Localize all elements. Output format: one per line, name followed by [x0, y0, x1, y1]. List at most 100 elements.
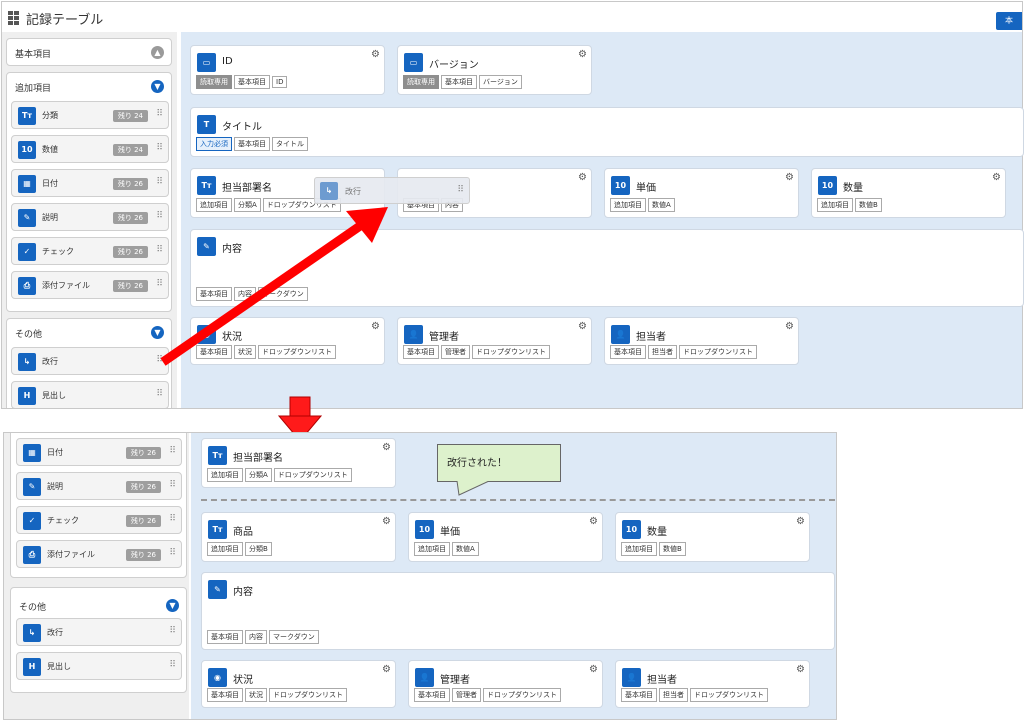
- collapse-icon[interactable]: ▲: [151, 46, 164, 59]
- gear-icon[interactable]: ⚙: [992, 172, 1001, 183]
- sidebar-item[interactable]: 10 数値 残り 24 ⠿: [11, 135, 169, 163]
- drag-handle-icon[interactable]: ⠿: [156, 177, 163, 187]
- drag-handle-icon[interactable]: ⠿: [156, 279, 163, 289]
- header-action-button[interactable]: 本: [996, 12, 1022, 30]
- user-icon: 👤: [622, 668, 641, 687]
- field-tag: 読取専用: [196, 75, 232, 89]
- drag-handle-icon[interactable]: ⠿: [156, 143, 163, 153]
- gear-icon[interactable]: ⚙: [382, 664, 391, 675]
- sidebar-item[interactable]: ↳ 改行 ⠿: [16, 618, 182, 646]
- group-other: その他 ▼ ↳ 改行 ⠿ H 見出し ⠿: [10, 587, 187, 693]
- gear-icon[interactable]: ⚙: [371, 321, 380, 332]
- drag-handle-icon[interactable]: ⠿: [169, 548, 176, 558]
- drag-handle-icon[interactable]: ⠿: [169, 446, 176, 456]
- sidebar-item[interactable]: ✓ チェック 残り 26 ⠿: [11, 237, 169, 265]
- group-additional-title: 追加項目: [15, 84, 52, 94]
- gear-icon[interactable]: ⚙: [589, 516, 598, 527]
- drag-handle-icon[interactable]: ⠿: [156, 211, 163, 221]
- card-title: 担当部署名: [233, 453, 283, 464]
- sidebar-item[interactable]: ✎ 説明 残り 26 ⠿: [16, 472, 182, 500]
- remaining-badge: 残り 26: [125, 481, 161, 493]
- gear-icon[interactable]: ⚙: [382, 516, 391, 527]
- card-title: 数量: [843, 183, 863, 194]
- drag-ghost-linebreak[interactable]: ↳ 改行 ⠿: [314, 177, 470, 204]
- field-tag: 基本項目: [414, 688, 450, 702]
- sidebar-item-label: 見出し: [47, 662, 71, 671]
- field-type-icon: ↳: [23, 624, 41, 642]
- field-tag: バージョン: [479, 75, 522, 89]
- drag-handle-icon[interactable]: ⠿: [169, 660, 176, 670]
- field-card-product[interactable]: Tт 商品 ⚙ 追加項目 分類B: [201, 512, 396, 562]
- drag-handle-icon[interactable]: ⠿: [169, 626, 176, 636]
- field-tag: 追加項目: [207, 468, 243, 482]
- gear-icon[interactable]: ⚙: [382, 442, 391, 453]
- field-card-id[interactable]: ▭ ID ⚙ 読取専用 基本項目 ID: [190, 45, 385, 95]
- sidebar: ▦ 日付 残り 26 ⠿ ✎ 説明 残り 26 ⠿ ✓ チェック 残り 26 ⠿ ⎙ 添付ファイル 残り 2…: [4, 433, 189, 719]
- drag-handle-icon[interactable]: ⠿: [156, 109, 163, 119]
- gear-icon[interactable]: ⚙: [796, 664, 805, 675]
- field-card-qty[interactable]: 10 数量 ⚙ 追加項目 数値B: [615, 512, 810, 562]
- group-basic[interactable]: 基本項目 ▲: [6, 38, 172, 66]
- drag-handle-icon[interactable]: ⠿: [169, 514, 176, 524]
- gear-icon[interactable]: ⚙: [785, 172, 794, 183]
- sidebar-item[interactable]: ✎ 説明 残り 26 ⠿: [11, 203, 169, 231]
- gear-icon[interactable]: ⚙: [578, 172, 587, 183]
- sidebar-item[interactable]: H 見出し ⠿: [11, 381, 169, 408]
- field-tag: 数値B: [659, 542, 686, 556]
- field-tag: 状況: [245, 688, 267, 702]
- remaining-badge: 残り 26: [112, 178, 148, 190]
- sidebar-item[interactable]: ↳ 改行 ⠿: [11, 347, 169, 375]
- field-card-qty[interactable]: 10 数量 ⚙ 追加項目 数値B: [811, 168, 1006, 218]
- sidebar-item[interactable]: ▦ 日付 残り 26 ⠿: [16, 438, 182, 466]
- sidebar-item[interactable]: ▦ 日付 残り 26 ⠿: [11, 169, 169, 197]
- field-tag: 分類B: [245, 542, 272, 556]
- gear-icon[interactable]: ⚙: [371, 49, 380, 60]
- sidebar-item[interactable]: H 見出し ⠿: [16, 652, 182, 680]
- gear-icon[interactable]: ⚙: [589, 664, 598, 675]
- card-title: 管理者: [429, 332, 459, 343]
- field-card-content[interactable]: ✎ 内容 基本項目 内容 マークダウン: [190, 229, 1024, 307]
- field-tag: マークダウン: [258, 287, 308, 301]
- gear-icon[interactable]: ⚙: [785, 321, 794, 332]
- sidebar-item[interactable]: ⎙ 添付ファイル 残り 26 ⠿: [11, 271, 169, 299]
- field-card-owner[interactable]: 👤 担当者 ⚙ 基本項目 担当者 ドロップダウンリスト: [604, 317, 799, 365]
- remaining-badge: 残り 24: [112, 144, 148, 156]
- field-card-manager[interactable]: 👤 管理者 ⚙ 基本項目 管理者 ドロップダウンリスト: [397, 317, 592, 365]
- field-card-price[interactable]: 10 単価 ⚙ 追加項目 数値A: [408, 512, 603, 562]
- markdown-icon: ✎: [208, 580, 227, 599]
- field-tag: ドロップダウンリスト: [258, 345, 336, 359]
- expand-icon[interactable]: ▼: [151, 326, 164, 339]
- drag-handle-icon[interactable]: ⠿: [156, 355, 163, 365]
- field-card-title[interactable]: T タイトル 入力必須 基本項目 タイトル: [190, 107, 1024, 157]
- expand-icon[interactable]: ▼: [151, 80, 164, 93]
- drag-handle-icon[interactable]: ⠿: [156, 389, 163, 399]
- field-card-price[interactable]: 10 単価 ⚙ 追加項目 数値A: [604, 168, 799, 218]
- number-icon: 10: [415, 520, 434, 539]
- sidebar-item[interactable]: ⎙ 添付ファイル 残り 26 ⠿: [16, 540, 182, 568]
- field-card-manager[interactable]: 👤 管理者 ⚙ 基本項目 管理者 ドロップダウンリスト: [408, 660, 603, 708]
- expand-icon[interactable]: ▼: [166, 599, 179, 612]
- sidebar-item-label: 改行: [42, 357, 58, 366]
- gear-icon[interactable]: ⚙: [578, 49, 587, 60]
- remaining-badge: 残り 26: [125, 515, 161, 527]
- field-card-owner[interactable]: 👤 担当者 ⚙ 基本項目 担当者 ドロップダウンリスト: [615, 660, 810, 708]
- field-card-content[interactable]: ✎ 内容 基本項目 内容 マークダウン: [201, 572, 835, 650]
- field-tag: タイトル: [272, 137, 308, 151]
- drag-handle-icon[interactable]: ⠿: [169, 480, 176, 490]
- remaining-badge: 残り 26: [125, 549, 161, 561]
- field-card-version[interactable]: ▭ バージョン ⚙ 読取専用 基本項目 バージョン: [397, 45, 592, 95]
- field-card-status[interactable]: ◉ 状況 ⚙ 基本項目 状況 ドロップダウンリスト: [201, 660, 396, 708]
- user-icon: 👤: [404, 325, 423, 344]
- gear-icon[interactable]: ⚙: [796, 516, 805, 527]
- callout-text: 改行された！: [447, 458, 507, 469]
- group-basic-title: 基本項目: [15, 50, 52, 60]
- drag-handle-icon[interactable]: ⠿: [156, 245, 163, 255]
- field-tag: 分類A: [245, 468, 272, 482]
- field-card-dept[interactable]: Tт 担当部署名 ⚙ 追加項目 分類A ドロップダウンリスト: [201, 438, 396, 488]
- linebreak-icon: ↳: [320, 182, 338, 200]
- sidebar-item[interactable]: ✓ チェック 残り 26 ⠿: [16, 506, 182, 534]
- field-card-status[interactable]: ◉ 状況 ⚙ 基本項目 状況 ドロップダウンリスト: [190, 317, 385, 365]
- sidebar-item[interactable]: Tт 分類 残り 24 ⠿: [11, 101, 169, 129]
- callout-box: 改行された！: [437, 444, 561, 482]
- gear-icon[interactable]: ⚙: [578, 321, 587, 332]
